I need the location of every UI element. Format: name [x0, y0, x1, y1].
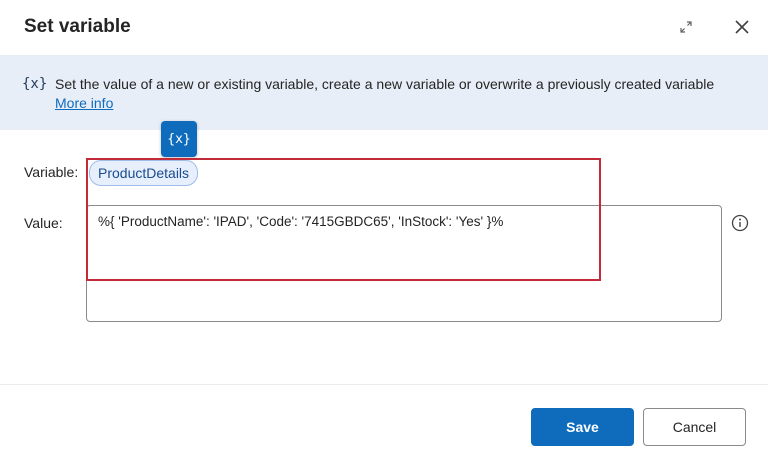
more-info-link[interactable]: More info [55, 95, 113, 111]
insert-variable-button[interactable]: {x} [161, 121, 197, 157]
dialog-title: Set variable [24, 16, 131, 37]
set-variable-dialog: Set variable {x} Set the value of a new … [0, 0, 768, 464]
info-description: Set the value of a new or existing varia… [55, 76, 715, 92]
expand-icon [680, 21, 692, 33]
value-text: %{ 'ProductName': 'IPAD', 'Code': '7415G… [98, 214, 504, 229]
variable-label: Variable: [24, 164, 79, 180]
variable-name-token[interactable]: ProductDetails [89, 160, 199, 186]
value-input[interactable]: %{ 'ProductName': 'IPAD', 'Code': '7415G… [86, 205, 722, 322]
cancel-button[interactable]: Cancel [643, 408, 746, 446]
variable-icon: {x} [22, 76, 48, 92]
save-button[interactable]: Save [531, 408, 634, 446]
value-label: Value: [24, 215, 63, 231]
info-banner: {x} Set the value of a new or existing v… [0, 55, 768, 130]
close-button[interactable] [731, 16, 753, 38]
close-icon [735, 20, 749, 34]
info-circle-icon [731, 214, 749, 232]
help-button[interactable] [731, 214, 749, 232]
expand-button[interactable] [676, 17, 696, 37]
footer-divider [0, 384, 768, 385]
variable-icon: {x} [167, 131, 191, 147]
